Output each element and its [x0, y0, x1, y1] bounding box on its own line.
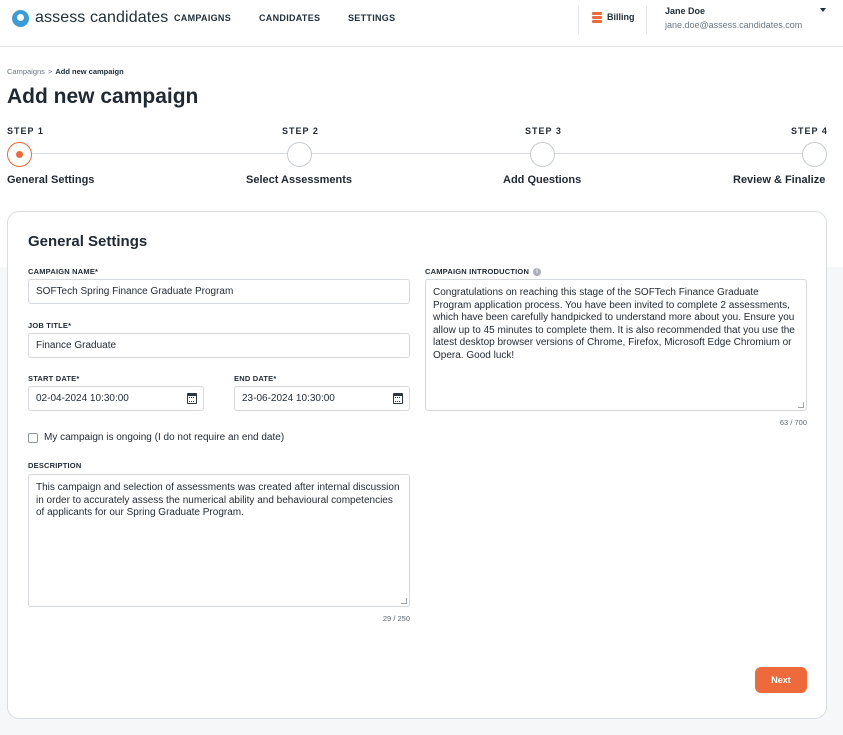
billing-icon	[592, 12, 602, 23]
next-button[interactable]: Next	[755, 667, 807, 693]
job-title-label: JOB TITLE*	[28, 321, 72, 330]
start-date-label: START DATE*	[28, 374, 80, 383]
end-date-value: 23-06-2024 10:30:00	[242, 393, 335, 404]
introduction-text: Congratulations on reaching this stage o…	[433, 287, 795, 361]
end-date-input[interactable]: 23-06-2024 10:30:00	[234, 386, 410, 411]
start-date-input[interactable]: 02-04-2024 10:30:00	[28, 386, 204, 411]
stepper-line	[20, 153, 816, 154]
card-title: General Settings	[28, 233, 148, 250]
user-email: jane.doe@assess.candidates.com	[665, 20, 803, 30]
step-1-label: General Settings	[7, 174, 95, 186]
step-3-number: STEP 3	[525, 126, 562, 136]
description-label: DESCRIPTION	[28, 461, 82, 470]
step-4-number: STEP 4	[791, 126, 828, 136]
logo-icon	[12, 9, 29, 27]
user-name[interactable]: Jane Doe	[665, 6, 705, 16]
introduction-textarea[interactable]: Congratulations on reaching this stage o…	[425, 279, 807, 411]
step-2-number: STEP 2	[282, 126, 319, 136]
step-3-label: Add Questions	[503, 174, 582, 186]
nav-campaigns[interactable]: CAMPAIGNS	[174, 13, 231, 23]
introduction-label: CAMPAIGN INTRODUCTION i	[425, 267, 542, 276]
step-4-indicator[interactable]	[802, 142, 827, 167]
step-1-indicator[interactable]	[7, 142, 32, 167]
step-2-label: Select Assessments	[246, 174, 352, 186]
calendar-icon[interactable]	[393, 393, 403, 404]
ongoing-checkbox[interactable]	[28, 432, 38, 443]
introduction-char-counter: 63 / 700	[779, 418, 807, 427]
breadcrumb-current: Add new campaign	[55, 67, 124, 76]
description-textarea[interactable]: This campaign and selection of assessmen…	[28, 474, 410, 607]
nav-candidates[interactable]: CANDIDATES	[259, 13, 320, 23]
campaign-name-input[interactable]: SOFTech Spring Finance Graduate Program	[28, 279, 410, 304]
page-title: Add new campaign	[7, 85, 199, 108]
top-navigation-bar: assess candidates CAMPAIGNS CANDIDATES S…	[0, 0, 843, 47]
breadcrumb: Campaigns > Add new campaign	[7, 67, 124, 76]
job-title-input[interactable]: Finance Graduate	[28, 333, 410, 358]
step-3-indicator[interactable]	[530, 142, 555, 167]
ongoing-checkbox-row[interactable]: My campaign is ongoing (I do not require…	[28, 432, 284, 443]
billing-label: Billing	[607, 12, 635, 22]
resize-handle-icon[interactable]	[401, 598, 407, 604]
general-settings-card: General Settings CAMPAIGN NAME* SOFTech …	[7, 211, 827, 719]
introduction-label-text: CAMPAIGN INTRODUCTION	[425, 267, 530, 276]
nav-divider	[578, 6, 579, 34]
resize-handle-icon[interactable]	[798, 402, 804, 408]
logo[interactable]: assess candidates	[12, 9, 168, 27]
billing-link[interactable]: Billing	[592, 12, 635, 23]
nav-divider	[646, 6, 647, 34]
info-icon[interactable]: i	[533, 267, 542, 276]
calendar-icon[interactable]	[187, 393, 197, 404]
step-1-number: STEP 1	[7, 126, 44, 136]
chevron-down-icon[interactable]	[820, 8, 826, 12]
breadcrumb-separator: >	[47, 67, 53, 76]
description-char-counter: 29 / 250	[382, 614, 410, 623]
step-4-label: Review & Finalize	[733, 174, 826, 186]
ongoing-checkbox-label: My campaign is ongoing (I do not require…	[44, 432, 285, 443]
nav-settings[interactable]: SETTINGS	[348, 13, 395, 23]
breadcrumb-campaigns[interactable]: Campaigns	[7, 67, 45, 76]
logo-text: assess candidates	[35, 9, 169, 26]
end-date-label: END DATE*	[234, 374, 277, 383]
description-text: This campaign and selection of assessmen…	[36, 482, 400, 518]
campaign-name-label: CAMPAIGN NAME*	[28, 267, 99, 276]
step-2-indicator[interactable]	[287, 142, 312, 167]
start-date-value: 02-04-2024 10:30:00	[36, 393, 129, 404]
